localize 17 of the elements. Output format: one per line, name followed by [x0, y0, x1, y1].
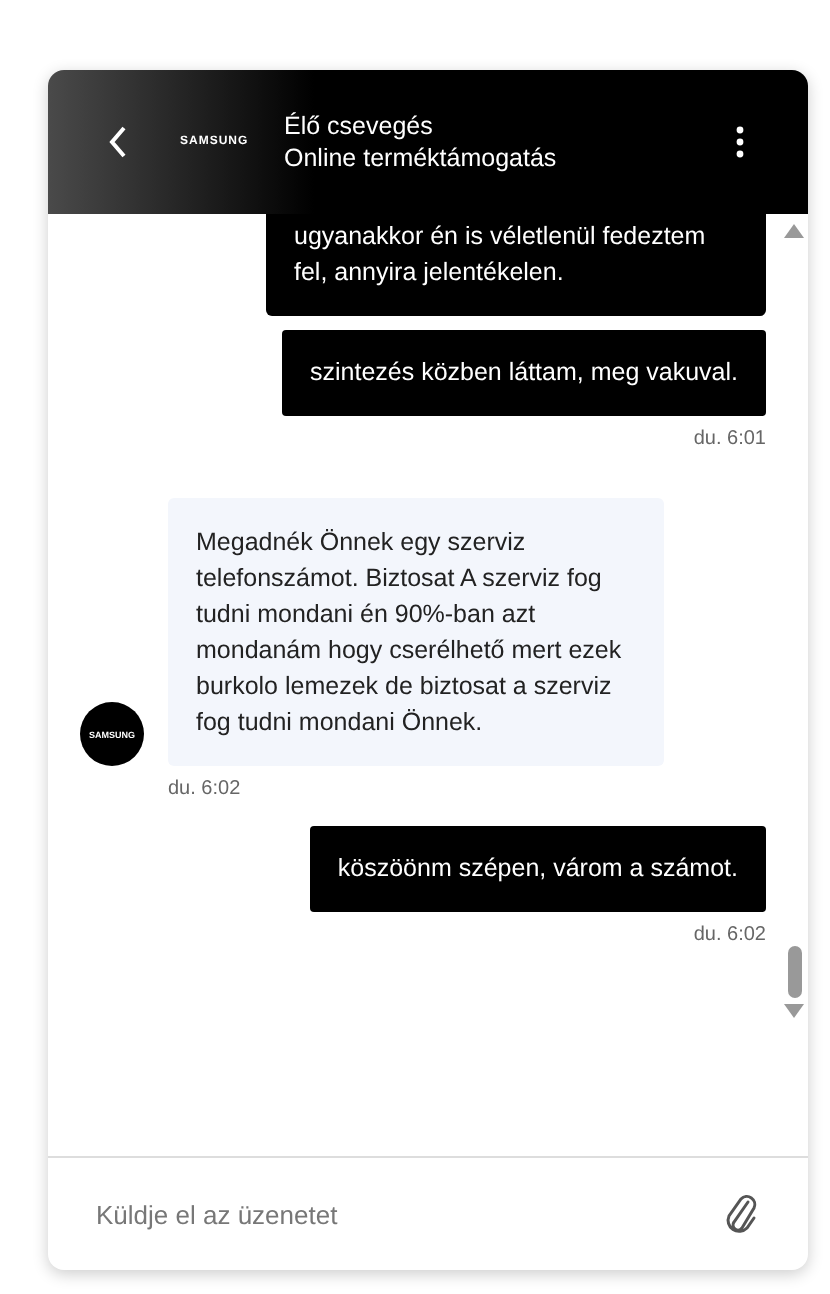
scrollbar-thumb[interactable]: [787, 946, 801, 998]
message-time: du. 6:02: [693, 924, 766, 946]
chat-subtitle: Online terméktámogatás: [284, 142, 559, 174]
scroll-up-icon[interactable]: [784, 222, 804, 238]
sent-message: szintezés közben láttam, meg vakuval.: [282, 330, 766, 416]
more-button[interactable]: [732, 124, 748, 160]
sent-message: ugyanakkor én is véletlenül fedeztem fel, annyira jelentékelen.: [266, 214, 766, 316]
back-icon: [108, 126, 128, 158]
message-time: du. 6:02: [168, 778, 243, 800]
message-field[interactable]: Küldje el az üzenetet: [96, 1199, 724, 1229]
message-time: du. 6:01: [693, 428, 766, 450]
received-message: Megadnék Önnek egy szerviz telefonszámot. Biztosat A szerviz fog tudni mondani én 90%-ban azt mondanám hogy cserélhető mert ezek burkolo lemezek de biztosat a szerviz fog tudni mondani Önnek.: [168, 498, 664, 766]
more-icon: [736, 126, 744, 158]
paperclip-icon[interactable]: [724, 1192, 760, 1236]
chat-title: Élő csevegés: [284, 110, 435, 142]
scroll-down-icon[interactable]: [784, 1004, 804, 1020]
sent-message: köszöönm szépen, várom a számot.: [309, 826, 766, 912]
